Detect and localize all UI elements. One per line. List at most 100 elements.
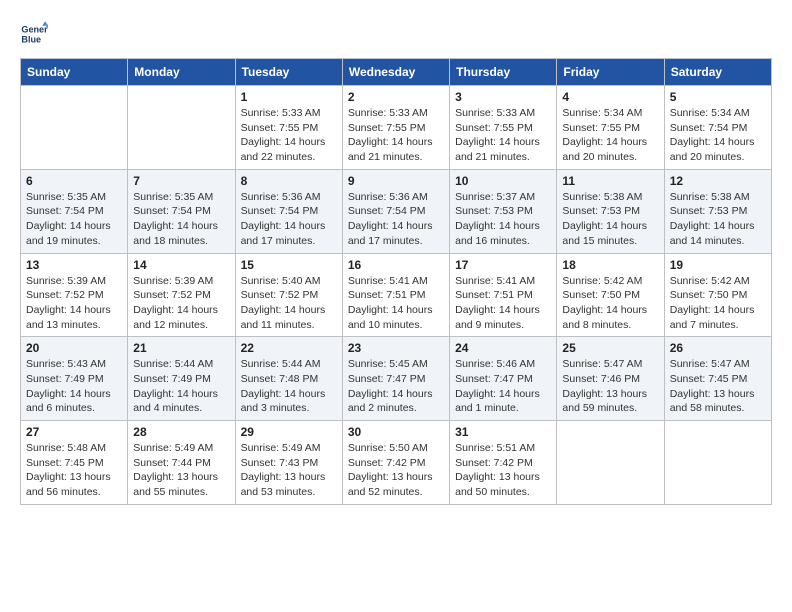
calendar-cell [557, 421, 664, 505]
day-number: 19 [670, 258, 766, 272]
day-number: 5 [670, 90, 766, 104]
day-info: Sunrise: 5:47 AM Sunset: 7:46 PM Dayligh… [562, 357, 658, 416]
calendar-table: SundayMondayTuesdayWednesdayThursdayFrid… [20, 58, 772, 505]
day-info: Sunrise: 5:41 AM Sunset: 7:51 PM Dayligh… [348, 274, 444, 333]
day-number: 27 [26, 425, 122, 439]
calendar-week-row: 27 Sunrise: 5:48 AM Sunset: 7:45 PM Dayli… [21, 421, 772, 505]
day-info: Sunrise: 5:39 AM Sunset: 7:52 PM Dayligh… [26, 274, 122, 333]
day-number: 15 [241, 258, 337, 272]
day-number: 22 [241, 341, 337, 355]
day-info: Sunrise: 5:33 AM Sunset: 7:55 PM Dayligh… [455, 106, 551, 165]
day-number: 24 [455, 341, 551, 355]
calendar-cell: 27 Sunrise: 5:48 AM Sunset: 7:45 PM Dayli… [21, 421, 128, 505]
logo-icon: General Blue [20, 20, 48, 48]
day-number: 4 [562, 90, 658, 104]
calendar-cell: 29 Sunrise: 5:49 AM Sunset: 7:43 PM Dayli… [235, 421, 342, 505]
day-number: 13 [26, 258, 122, 272]
calendar-cell [21, 86, 128, 170]
calendar-cell: 19 Sunrise: 5:42 AM Sunset: 7:50 PM Dayli… [664, 253, 771, 337]
day-number: 23 [348, 341, 444, 355]
weekday-header: Thursday [450, 59, 557, 86]
calendar-cell: 5 Sunrise: 5:34 AM Sunset: 7:54 PM Daylig… [664, 86, 771, 170]
day-info: Sunrise: 5:38 AM Sunset: 7:53 PM Dayligh… [670, 190, 766, 249]
day-number: 8 [241, 174, 337, 188]
day-info: Sunrise: 5:51 AM Sunset: 7:42 PM Dayligh… [455, 441, 551, 500]
calendar-cell: 2 Sunrise: 5:33 AM Sunset: 7:55 PM Daylig… [342, 86, 449, 170]
day-info: Sunrise: 5:37 AM Sunset: 7:53 PM Dayligh… [455, 190, 551, 249]
calendar-cell: 13 Sunrise: 5:39 AM Sunset: 7:52 PM Dayli… [21, 253, 128, 337]
calendar-cell: 22Sunrise: 5:44 AM Sunset: 7:48 PM Dayli… [235, 337, 342, 421]
weekday-header: Monday [128, 59, 235, 86]
day-number: 7 [133, 174, 229, 188]
calendar-cell [128, 86, 235, 170]
day-info: Sunrise: 5:43 AM Sunset: 7:49 PM Dayligh… [26, 357, 122, 416]
day-info: Sunrise: 5:47 AM Sunset: 7:45 PM Dayligh… [670, 357, 766, 416]
calendar-cell: 9 Sunrise: 5:36 AM Sunset: 7:54 PM Daylig… [342, 169, 449, 253]
day-number: 16 [348, 258, 444, 272]
calendar-cell: 7 Sunrise: 5:35 AM Sunset: 7:54 PM Daylig… [128, 169, 235, 253]
day-info: Sunrise: 5:35 AM Sunset: 7:54 PM Dayligh… [26, 190, 122, 249]
svg-text:Blue: Blue [21, 34, 41, 44]
calendar-cell: 18 Sunrise: 5:42 AM Sunset: 7:50 PM Dayli… [557, 253, 664, 337]
calendar-cell: 4 Sunrise: 5:34 AM Sunset: 7:55 PM Daylig… [557, 86, 664, 170]
weekday-header: Friday [557, 59, 664, 86]
day-info: Sunrise: 5:42 AM Sunset: 7:50 PM Dayligh… [562, 274, 658, 333]
day-info: Sunrise: 5:34 AM Sunset: 7:55 PM Dayligh… [562, 106, 658, 165]
calendar-cell: 1Sunrise: 5:33 AM Sunset: 7:55 PM Daylig… [235, 86, 342, 170]
day-info: Sunrise: 5:34 AM Sunset: 7:54 PM Dayligh… [670, 106, 766, 165]
day-info: Sunrise: 5:38 AM Sunset: 7:53 PM Dayligh… [562, 190, 658, 249]
day-number: 20 [26, 341, 122, 355]
day-info: Sunrise: 5:33 AM Sunset: 7:55 PM Dayligh… [348, 106, 444, 165]
day-info: Sunrise: 5:49 AM Sunset: 7:43 PM Dayligh… [241, 441, 337, 500]
day-info: Sunrise: 5:36 AM Sunset: 7:54 PM Dayligh… [241, 190, 337, 249]
calendar-week-row: 1 Sunrise: 5:33 AM Sunset: 7:55 PM Daylig… [21, 86, 772, 170]
day-number: 18 [562, 258, 658, 272]
day-info: Sunrise: 5:44 AM Sunset: 7:49 PM Dayligh… [133, 357, 229, 416]
svg-text:General: General [21, 25, 48, 35]
calendar-week-row: 13 Sunrise: 5:39 AM Sunset: 7:52 PM Dayli… [21, 253, 772, 337]
calendar-cell: 28Sunrise: 5:49 AM Sunset: 7:44 PM Dayli… [128, 421, 235, 505]
weekday-header: Wednesday [342, 59, 449, 86]
day-number: 17 [455, 258, 551, 272]
day-info: Sunrise: 5:48 AM Sunset: 7:45 PM Dayligh… [26, 441, 122, 500]
day-number: 10 [455, 174, 551, 188]
day-number: 26 [670, 341, 766, 355]
calendar-cell: 8 Sunrise: 5:36 AM Sunset: 7:54 PM Daylig… [235, 169, 342, 253]
day-number: 29 [241, 425, 337, 439]
calendar-cell: 23Sunrise: 5:45 AM Sunset: 7:47 PM Dayli… [342, 337, 449, 421]
calendar-header-row: SundayMondayTuesdayWednesdayThursdayFrid… [21, 59, 772, 86]
calendar-cell: 12 Sunrise: 5:38 AM Sunset: 7:53 PM Dayli… [664, 169, 771, 253]
calendar-cell: 14Sunrise: 5:39 AM Sunset: 7:52 PM Dayli… [128, 253, 235, 337]
calendar-cell [664, 421, 771, 505]
day-number: 1 [241, 90, 337, 104]
day-info: Sunrise: 5:42 AM Sunset: 7:50 PM Dayligh… [670, 274, 766, 333]
day-info: Sunrise: 5:50 AM Sunset: 7:42 PM Dayligh… [348, 441, 444, 500]
day-number: 25 [562, 341, 658, 355]
calendar-week-row: 20 Sunrise: 5:43 AM Sunset: 7:49 PM Dayli… [21, 337, 772, 421]
day-number: 30 [348, 425, 444, 439]
calendar-cell: 26 Sunrise: 5:47 AM Sunset: 7:45 PM Dayli… [664, 337, 771, 421]
calendar-cell: 3 Sunrise: 5:33 AM Sunset: 7:55 PM Daylig… [450, 86, 557, 170]
calendar-cell: 21 Sunrise: 5:44 AM Sunset: 7:49 PM Dayli… [128, 337, 235, 421]
calendar-week-row: 6 Sunrise: 5:35 AM Sunset: 7:54 PM Daylig… [21, 169, 772, 253]
day-info: Sunrise: 5:36 AM Sunset: 7:54 PM Dayligh… [348, 190, 444, 249]
calendar-cell: 25 Sunrise: 5:47 AM Sunset: 7:46 PM Dayli… [557, 337, 664, 421]
day-number: 3 [455, 90, 551, 104]
day-number: 2 [348, 90, 444, 104]
calendar-cell: 15 Sunrise: 5:40 AM Sunset: 7:52 PM Dayli… [235, 253, 342, 337]
day-info: Sunrise: 5:35 AM Sunset: 7:54 PM Dayligh… [133, 190, 229, 249]
day-info: Sunrise: 5:49 AM Sunset: 7:44 PM Dayligh… [133, 441, 229, 500]
day-info: Sunrise: 5:40 AM Sunset: 7:52 PM Dayligh… [241, 274, 337, 333]
day-number: 9 [348, 174, 444, 188]
page-header: General Blue [20, 20, 772, 48]
logo: General Blue [20, 20, 52, 48]
day-number: 12 [670, 174, 766, 188]
day-number: 21 [133, 341, 229, 355]
calendar-cell: 11Sunrise: 5:38 AM Sunset: 7:53 PM Dayli… [557, 169, 664, 253]
calendar-cell: 17 Sunrise: 5:41 AM Sunset: 7:51 PM Dayli… [450, 253, 557, 337]
day-info: Sunrise: 5:41 AM Sunset: 7:51 PM Dayligh… [455, 274, 551, 333]
day-number: 6 [26, 174, 122, 188]
calendar-cell: 16 Sunrise: 5:41 AM Sunset: 7:51 PM Dayli… [342, 253, 449, 337]
calendar-cell: 10 Sunrise: 5:37 AM Sunset: 7:53 PM Dayli… [450, 169, 557, 253]
calendar-cell: 20 Sunrise: 5:43 AM Sunset: 7:49 PM Dayli… [21, 337, 128, 421]
